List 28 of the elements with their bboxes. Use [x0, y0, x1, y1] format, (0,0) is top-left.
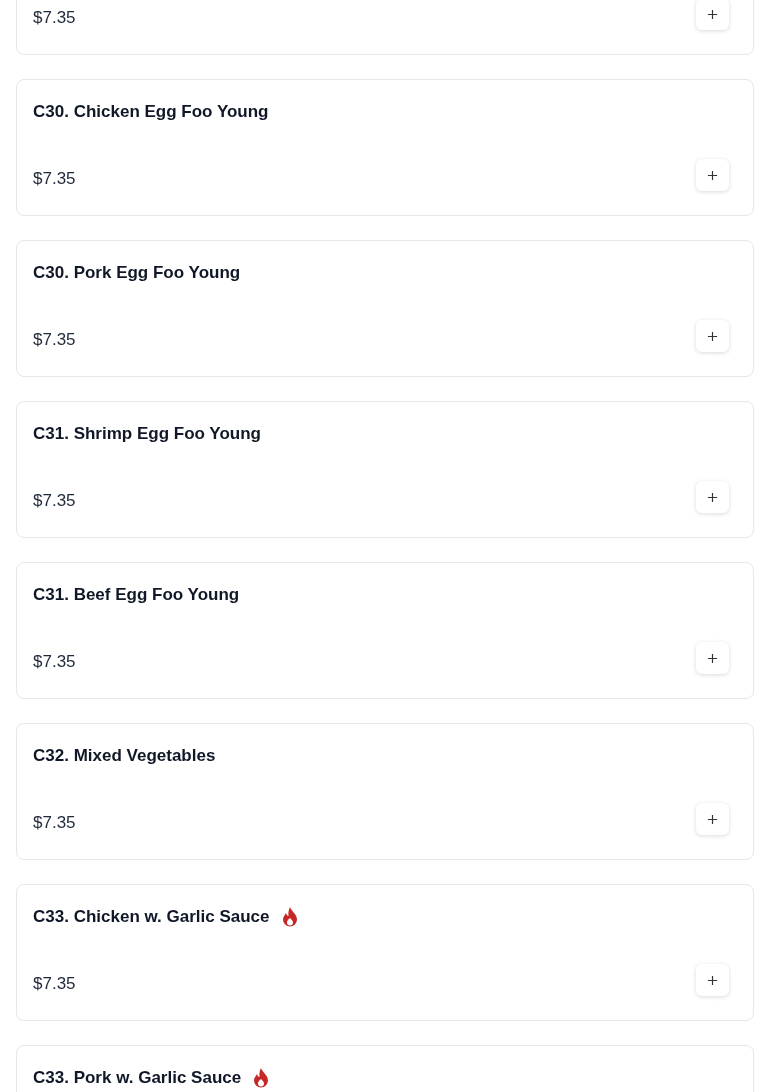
item-price: $7.35 — [33, 168, 76, 190]
item-price: $7.35 — [33, 7, 76, 29]
plus-icon — [707, 813, 718, 825]
plus-icon — [707, 8, 718, 20]
add-button[interactable] — [696, 642, 729, 674]
add-button[interactable] — [696, 0, 729, 30]
plus-icon — [707, 652, 718, 664]
plus-icon — [707, 330, 718, 342]
plus-icon — [707, 169, 718, 181]
add-button[interactable] — [696, 964, 729, 996]
add-button[interactable] — [696, 803, 729, 835]
item-name: C33. Chicken w. Garlic Sauce — [33, 906, 270, 928]
item-name: C31. Beef Egg Foo Young — [33, 584, 240, 606]
item-name: C30. Chicken Egg Foo Young — [33, 101, 269, 123]
item-price: $7.35 — [33, 651, 76, 673]
item-name: C33. Pork w. Garlic Sauce — [33, 1067, 242, 1089]
item-name: C31. Shrimp Egg Foo Young — [33, 423, 261, 445]
add-button[interactable] — [696, 320, 729, 352]
add-button[interactable] — [696, 481, 729, 513]
item-name: C30. Pork Egg Foo Young — [33, 262, 241, 284]
item-name: C32. Mixed Vegetables — [33, 745, 216, 767]
item-price: $7.35 — [33, 973, 76, 995]
plus-icon — [707, 491, 718, 503]
item-price: $7.35 — [33, 329, 76, 351]
item-price: $7.35 — [33, 812, 76, 834]
plus-icon — [707, 974, 718, 986]
item-price: $7.35 — [33, 490, 76, 512]
add-button[interactable] — [696, 159, 729, 191]
